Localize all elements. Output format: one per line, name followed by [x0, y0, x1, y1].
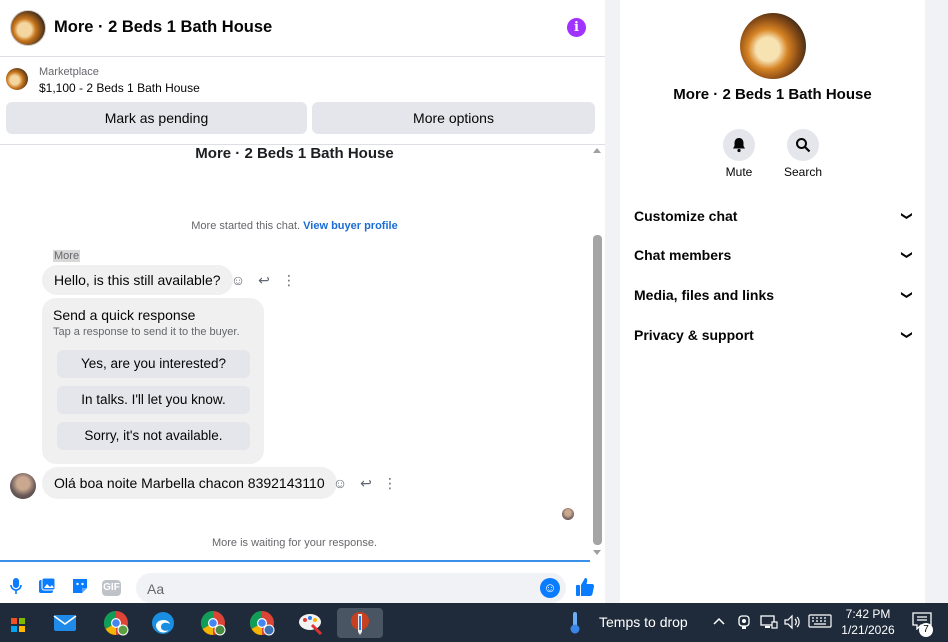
- start-button[interactable]: [3, 608, 33, 638]
- quick-response-heading: Send a quick response: [53, 307, 196, 323]
- marketplace-banner: Marketplace $1,100 - 2 Beds 1 Bath House…: [0, 57, 605, 145]
- quick-response-subtext: Tap a response to send it to the buyer.: [53, 326, 240, 338]
- seen-avatar: [562, 508, 574, 520]
- search-button[interactable]: [787, 129, 819, 161]
- windows-logo-icon: [11, 618, 25, 632]
- started-text: More started this chat.: [191, 220, 301, 232]
- conversation-details-pane: More · 2 Beds 1 Bath House Mute Search C…: [620, 0, 925, 603]
- gif-icon[interactable]: GIF: [102, 580, 121, 596]
- volume-icon[interactable]: [783, 614, 801, 633]
- chevron-down-icon: ❯: [900, 250, 913, 260]
- section-chat-members[interactable]: Chat members ❯: [634, 240, 912, 270]
- mute-button[interactable]: [723, 129, 755, 161]
- quick-reply-yes-button[interactable]: Yes, are you interested?: [57, 350, 250, 378]
- image-icon[interactable]: [37, 577, 57, 597]
- microphone-icon[interactable]: [6, 577, 26, 597]
- mail-app-icon[interactable]: [50, 608, 80, 638]
- windows-taskbar: Temps to drop 7:42 PM 1/21/2026 7: [0, 603, 948, 642]
- clock-time: 7:42 PM: [845, 607, 891, 621]
- webcam-icon[interactable]: [737, 614, 751, 633]
- sticker-icon[interactable]: [70, 577, 90, 597]
- waiting-notice: More is waiting for your response.: [211, 537, 378, 549]
- message-composer: GIF Aa ☺: [0, 568, 605, 603]
- details-title: More · 2 Beds 1 Bath House: [673, 86, 872, 103]
- network-icon[interactable]: [760, 614, 778, 633]
- chrome-profile-icon[interactable]: [247, 608, 277, 638]
- listing-title[interactable]: $1,100 - 2 Beds 1 Bath House: [39, 81, 200, 95]
- section-media-files-links[interactable]: Media, files and links ❯: [634, 280, 912, 310]
- composer-divider: [0, 560, 590, 562]
- listing-avatar[interactable]: [10, 10, 46, 46]
- section-customize-chat[interactable]: Customize chat ❯: [634, 201, 912, 231]
- mute-label: Mute: [725, 165, 753, 179]
- search-label: Search: [783, 165, 823, 179]
- sender-avatar[interactable]: [10, 473, 36, 499]
- react-emoji-icon[interactable]: ☺: [229, 271, 247, 289]
- chrome-profile-icon[interactable]: [101, 608, 131, 638]
- chevron-down-icon: ❯: [900, 330, 913, 340]
- section-label: Privacy & support: [634, 327, 754, 343]
- edge-browser-icon[interactable]: [148, 608, 178, 638]
- section-privacy-support[interactable]: Privacy & support ❯: [634, 320, 912, 350]
- weather-text[interactable]: Temps to drop: [599, 614, 688, 630]
- bell-icon: [733, 138, 745, 153]
- listing-photo[interactable]: [740, 13, 806, 79]
- notification-badge: 7: [919, 623, 933, 637]
- scroll-down-arrow-icon[interactable]: [593, 550, 601, 555]
- reply-icon[interactable]: ↩: [357, 474, 375, 492]
- more-actions-icon[interactable]: ⋮: [381, 474, 399, 492]
- chevron-up-icon[interactable]: [712, 614, 726, 629]
- chevron-down-icon: ❯: [900, 211, 913, 221]
- paint-app-icon[interactable]: [296, 608, 326, 638]
- message-input[interactable]: [136, 573, 566, 603]
- chat-header: More · 2 Beds 1 Bath House i: [0, 0, 605, 57]
- message-bubble[interactable]: Olá boa noite Marbella chacon 8392143110: [42, 467, 337, 499]
- listing-thumbnail[interactable]: [6, 68, 28, 90]
- quick-reply-in-talks-button[interactable]: In talks. I'll let you know.: [57, 386, 250, 414]
- sender-name: More: [53, 250, 81, 262]
- emoji-icon[interactable]: ☺: [540, 578, 560, 598]
- react-emoji-icon[interactable]: ☺: [331, 474, 349, 492]
- view-buyer-profile-link[interactable]: View buyer profile: [303, 220, 398, 232]
- snipping-tool-icon[interactable]: [337, 608, 383, 638]
- chrome-profile-icon[interactable]: [198, 608, 228, 638]
- search-icon: [796, 138, 811, 153]
- clock-date: 1/21/2026: [841, 623, 895, 637]
- section-label: Chat members: [634, 247, 732, 263]
- mark-pending-button[interactable]: Mark as pending: [6, 102, 307, 134]
- chevron-down-icon: ❯: [900, 290, 913, 300]
- scroll-up-arrow-icon[interactable]: [593, 148, 601, 153]
- more-options-button[interactable]: More options: [312, 102, 595, 134]
- scroll-thumb[interactable]: [593, 235, 602, 545]
- info-icon[interactable]: i: [567, 18, 586, 37]
- marketplace-label: Marketplace: [39, 66, 99, 78]
- clock[interactable]: 7:42 PM 1/21/2026: [838, 606, 898, 638]
- message-input-placeholder[interactable]: Aa: [147, 581, 164, 597]
- chat-title[interactable]: More · 2 Beds 1 Bath House: [54, 18, 272, 37]
- quick-reply-not-available-button[interactable]: Sorry, it's not available.: [57, 422, 250, 450]
- section-label: Customize chat: [634, 208, 738, 224]
- thumbs-up-icon[interactable]: [574, 576, 596, 598]
- more-actions-icon[interactable]: ⋮: [280, 271, 298, 289]
- quick-response-card: Send a quick response Tap a response to …: [42, 298, 264, 464]
- thermometer-icon[interactable]: [568, 611, 586, 635]
- reply-icon[interactable]: ↩: [255, 271, 273, 289]
- chat-started-notice: More started this chat. View buyer profi…: [0, 220, 589, 232]
- message-scrollbar[interactable]: [590, 145, 605, 562]
- conversation-title: More · 2 Beds 1 Bath House: [195, 145, 394, 162]
- chat-pane: More · 2 Beds 1 Bath House i Marketplace…: [0, 0, 605, 603]
- keyboard-icon[interactable]: [808, 614, 832, 631]
- section-label: Media, files and links: [634, 287, 775, 303]
- message-list: More · 2 Beds 1 Bath House More started …: [0, 145, 605, 562]
- message-bubble[interactable]: Hello, is this still available?: [42, 265, 233, 295]
